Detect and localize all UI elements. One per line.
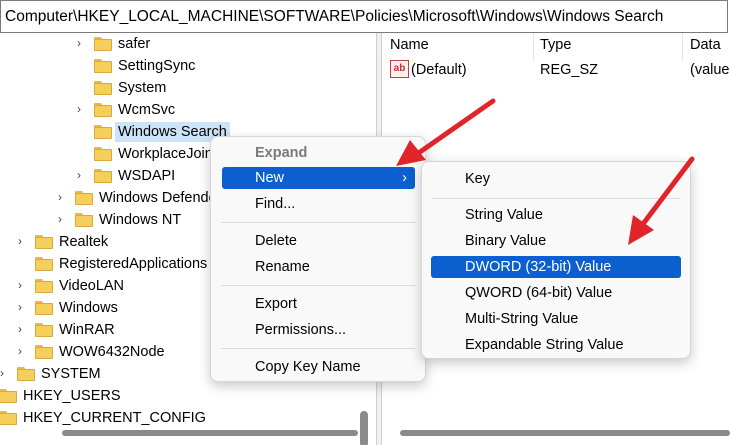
annotation-arrow-to-dword — [628, 156, 695, 245]
annotation-arrows — [396, 98, 695, 245]
annotation-arrow-to-new — [396, 98, 496, 166]
